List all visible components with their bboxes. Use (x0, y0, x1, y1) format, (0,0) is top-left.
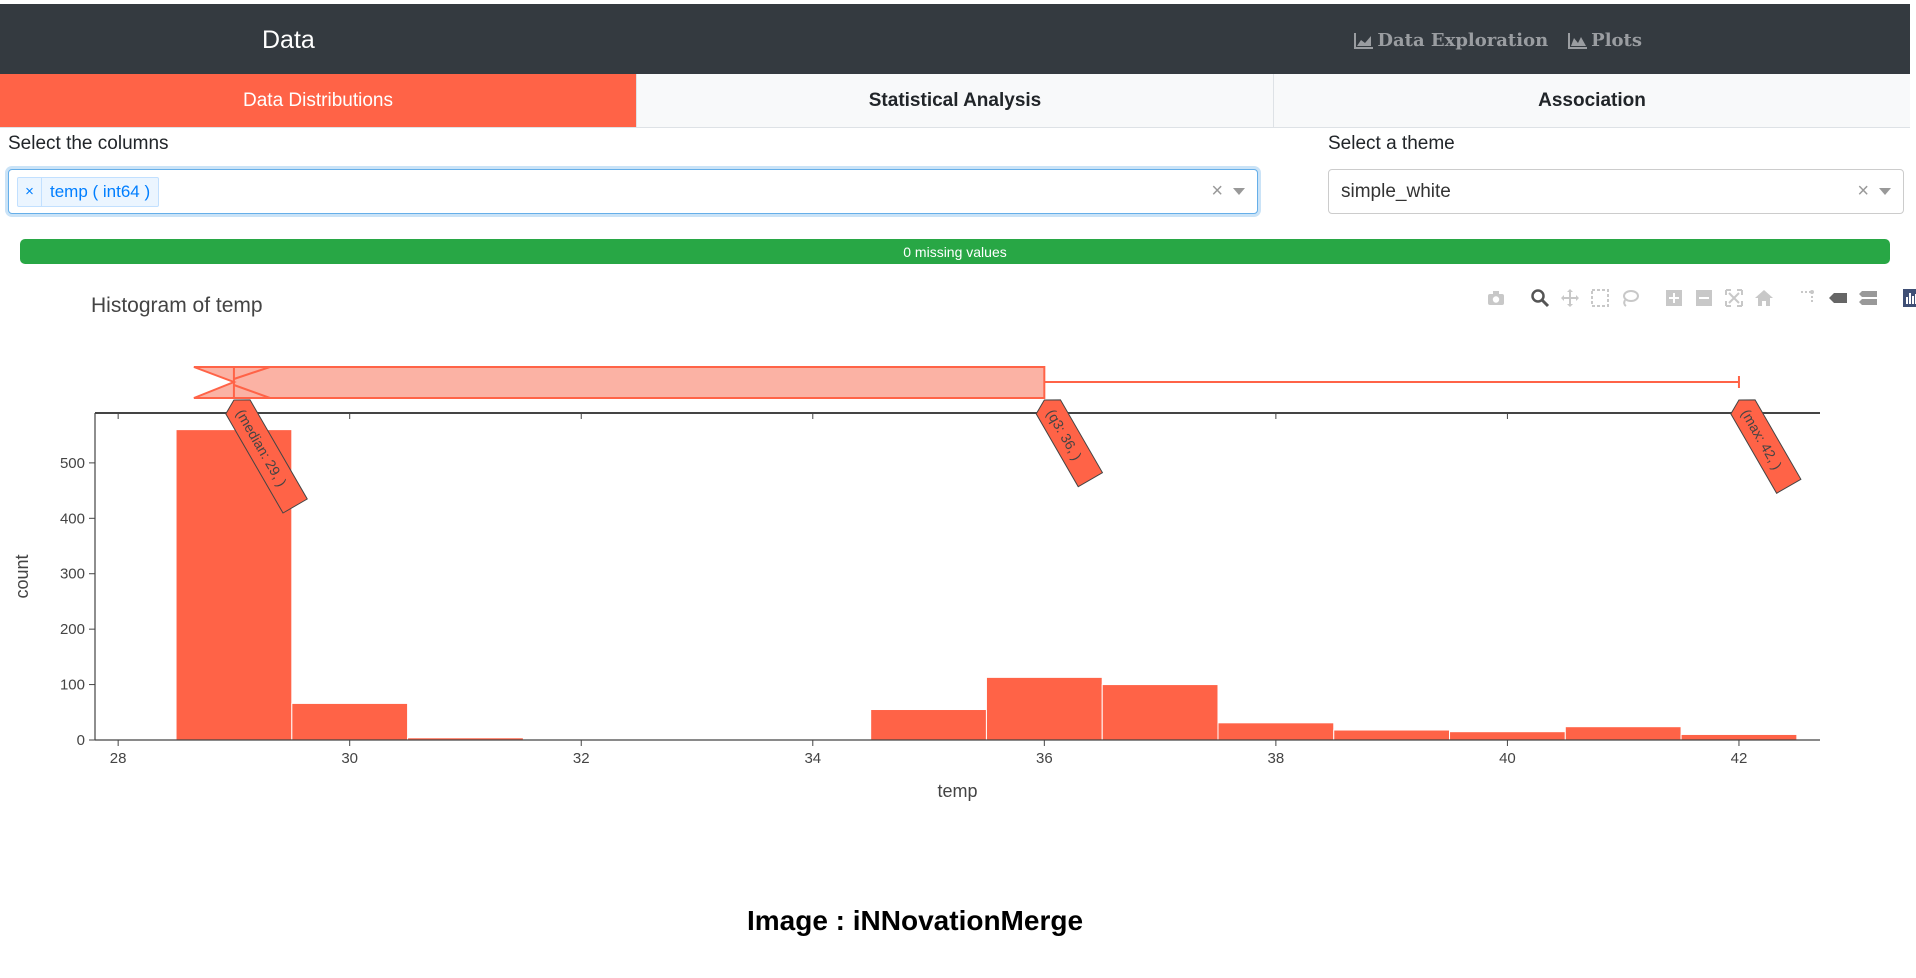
histogram-bar (291, 702, 409, 741)
y-tick-label: 200 (60, 621, 85, 638)
histogram-bar (1564, 726, 1682, 741)
y-tick-label: 500 (60, 455, 85, 472)
histogram-bar (1449, 731, 1566, 741)
x-tick-label: 38 (1268, 750, 1285, 767)
page: Data Data Exploration Plots Data Distrib… (0, 0, 1916, 978)
histogram-bar (1101, 684, 1219, 741)
y-tick-label: 0 (77, 732, 85, 749)
histogram-bar (1217, 722, 1335, 741)
x-axis-title: temp (937, 781, 977, 801)
x-tick-label: 32 (573, 750, 590, 767)
y-tick-label: 400 (60, 510, 85, 527)
x-tick-label: 40 (1499, 750, 1516, 767)
box-hover-label: (max: 42, ) (1730, 399, 1802, 494)
x-tick-label: 34 (804, 750, 821, 767)
histogram-bar (1333, 729, 1451, 741)
y-tick-label: 300 (60, 566, 85, 583)
histogram-bar (870, 709, 987, 741)
x-tick-label: 42 (1731, 750, 1748, 767)
x-tick-label: 36 (1036, 750, 1053, 767)
box-plot-box (193, 366, 1046, 399)
box-hover-label: (q3: 36, ) (1035, 399, 1104, 488)
y-tick-label: 100 (60, 677, 85, 694)
histogram-bar (1680, 733, 1798, 741)
histogram-chart[interactable]: 28 30 32 34 36 38 40 42 0 100 200 300 400 500 temp coun… (0, 0, 1916, 860)
histogram-bar (985, 676, 1103, 741)
x-tick-label: 28 (110, 750, 127, 767)
image-credit: Image : iNNovationMerge (746, 905, 1084, 936)
y-axis-title: count (12, 554, 32, 598)
x-tick-label: 30 (341, 750, 358, 767)
